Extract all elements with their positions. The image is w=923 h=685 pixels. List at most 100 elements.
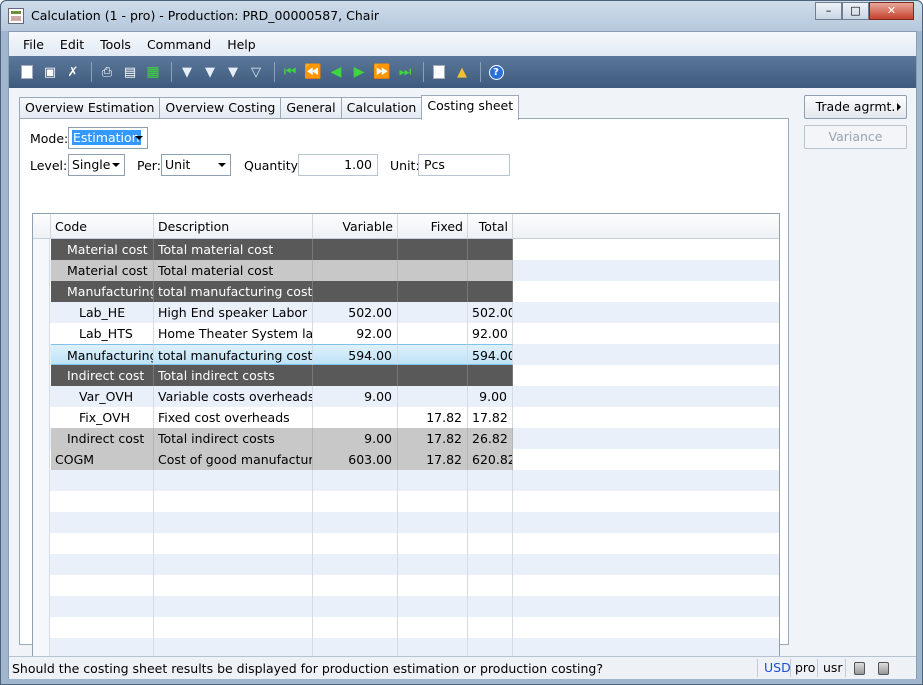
table-row[interactable] <box>33 575 779 596</box>
document-handling-icon[interactable] <box>429 62 449 82</box>
status-currency[interactable]: USD <box>764 660 791 675</box>
variance-button[interactable]: Variance <box>804 125 907 149</box>
cell-code[interactable]: Indirect cost <box>51 428 154 449</box>
next-record-icon[interactable]: ▶ <box>349 62 369 82</box>
cell-fixed-cost[interactable] <box>398 239 468 260</box>
cell-code[interactable]: Lab_HE <box>51 302 154 323</box>
maximize-button[interactable]: □ <box>842 2 869 20</box>
minimize-button[interactable]: – <box>815 2 842 20</box>
cell-fixed-cost[interactable] <box>398 260 468 281</box>
alert-bell-icon[interactable]: ▲ <box>452 62 472 82</box>
cell-description[interactable]: total manufacturing cost <box>154 281 313 302</box>
cell-fixed-cost[interactable] <box>398 344 468 365</box>
column-header-description[interactable]: Description <box>154 214 313 239</box>
cell-code[interactable]: Indirect cost <box>51 365 154 386</box>
cell-code[interactable]: Material cost <box>51 260 154 281</box>
cell-total[interactable] <box>468 617 513 638</box>
database-icon[interactable] <box>854 662 865 675</box>
cell-total[interactable]: 26.82 <box>468 428 513 449</box>
cell-code[interactable]: Manufacturing <box>51 344 154 365</box>
title-bar[interactable]: Calculation (1 - pro) - Production: PRD_… <box>1 1 922 31</box>
close-button[interactable]: ✕ <box>869 2 914 20</box>
cell-description[interactable] <box>154 554 313 575</box>
cell-variable-cost[interactable]: 603.00 <box>313 449 398 470</box>
cell-description[interactable]: Total indirect costs <box>154 365 313 386</box>
cell-total[interactable] <box>468 554 513 575</box>
tab-overview-costing[interactable]: Overview Costing <box>159 97 282 119</box>
column-header-total[interactable]: Total <box>468 214 513 239</box>
table-row[interactable] <box>33 470 779 491</box>
cell-fixed-cost[interactable] <box>398 323 468 344</box>
cell-variable-cost[interactable] <box>313 239 398 260</box>
table-row[interactable]: Indirect cost Total indirect costs 9.00 17.… <box>33 428 779 449</box>
cell-description[interactable]: Variable costs overheads <box>154 386 313 407</box>
cell-description[interactable]: total manufacturing cost <box>154 344 313 365</box>
table-row[interactable]: Manufacturing total manufacturing cost 594… <box>33 344 779 365</box>
table-row[interactable]: Var_OVH Variable costs overheads 9.00 9.00 <box>33 386 779 407</box>
cell-variable-cost[interactable] <box>313 617 398 638</box>
cell-code[interactable] <box>51 512 154 533</box>
cell-code[interactable] <box>51 596 154 617</box>
print-preview-icon[interactable]: ▤ <box>120 62 140 82</box>
per-select[interactable]: Unit <box>161 154 231 176</box>
cell-description[interactable] <box>154 491 313 512</box>
cell-fixed-cost[interactable] <box>398 617 468 638</box>
table-row[interactable]: Manufacturing total manufacturing cost <box>33 281 779 302</box>
row-selector[interactable] <box>33 470 50 491</box>
cell-description[interactable] <box>154 575 313 596</box>
cell-variable-cost[interactable] <box>313 596 398 617</box>
cell-variable-cost[interactable]: 9.00 <box>313 428 398 449</box>
table-row[interactable]: Material cost Total material cost <box>33 239 779 260</box>
table-row[interactable] <box>33 617 779 638</box>
cell-description[interactable]: Fixed cost overheads <box>154 407 313 428</box>
cell-fixed-cost[interactable] <box>398 596 468 617</box>
cell-description[interactable]: Total material cost <box>154 239 313 260</box>
row-selector[interactable] <box>33 596 50 617</box>
cell-code[interactable] <box>51 533 154 554</box>
menu-command[interactable]: Command <box>139 37 219 52</box>
cell-total[interactable] <box>468 512 513 533</box>
remove-filter-icon[interactable]: ▽ <box>246 62 266 82</box>
cell-code[interactable] <box>51 491 154 512</box>
cell-variable-cost[interactable] <box>313 575 398 596</box>
level-select[interactable]: Single <box>68 154 125 176</box>
row-selector[interactable] <box>33 491 50 512</box>
tab-overview-estimation[interactable]: Overview Estimation <box>19 97 161 119</box>
menu-help[interactable]: Help <box>219 37 264 52</box>
cell-total[interactable]: 17.82 <box>468 407 513 428</box>
cell-total[interactable] <box>468 491 513 512</box>
costing-sheet-grid[interactable]: Code Description Variable cost Fixed cos… <box>32 213 780 666</box>
table-row[interactable]: Indirect cost Total indirect costs <box>33 365 779 386</box>
cell-variable-cost[interactable] <box>313 407 398 428</box>
cell-total[interactable] <box>468 596 513 617</box>
cell-total[interactable] <box>468 365 513 386</box>
last-record-icon[interactable]: ⏭ <box>395 62 415 82</box>
unit-field[interactable]: Pcs <box>418 154 510 176</box>
cell-variable-cost[interactable] <box>313 260 398 281</box>
excel-icon[interactable]: ▦ <box>143 62 163 82</box>
cell-total[interactable] <box>468 281 513 302</box>
row-selector[interactable] <box>33 323 50 344</box>
delete-icon[interactable]: ✗ <box>63 62 83 82</box>
row-selector[interactable] <box>33 281 50 302</box>
cell-fixed-cost[interactable] <box>398 302 468 323</box>
table-row[interactable]: Lab_HE High End speaker Labor 502.00 502.00 <box>33 302 779 323</box>
cell-fixed-cost[interactable] <box>398 575 468 596</box>
tab-calculation[interactable]: Calculation <box>340 97 423 119</box>
cell-code[interactable] <box>51 470 154 491</box>
cell-description[interactable] <box>154 596 313 617</box>
table-row[interactable] <box>33 554 779 575</box>
row-selector[interactable] <box>33 533 50 554</box>
row-selector[interactable] <box>33 512 50 533</box>
cell-description[interactable]: Home Theater System labor <box>154 323 313 344</box>
cell-total[interactable]: 594.00 <box>468 344 513 365</box>
table-row[interactable]: Fix_OVH Fixed cost overheads 17.82 17.82 <box>33 407 779 428</box>
cell-description[interactable] <box>154 470 313 491</box>
cell-fixed-cost[interactable] <box>398 554 468 575</box>
cell-total[interactable] <box>468 533 513 554</box>
row-selector[interactable] <box>33 302 50 323</box>
cell-total[interactable]: 92.00 <box>468 323 513 344</box>
filter-icon[interactable]: ▼ <box>177 62 197 82</box>
print-icon[interactable]: ⎙ <box>97 62 117 82</box>
cell-variable-cost[interactable] <box>313 365 398 386</box>
